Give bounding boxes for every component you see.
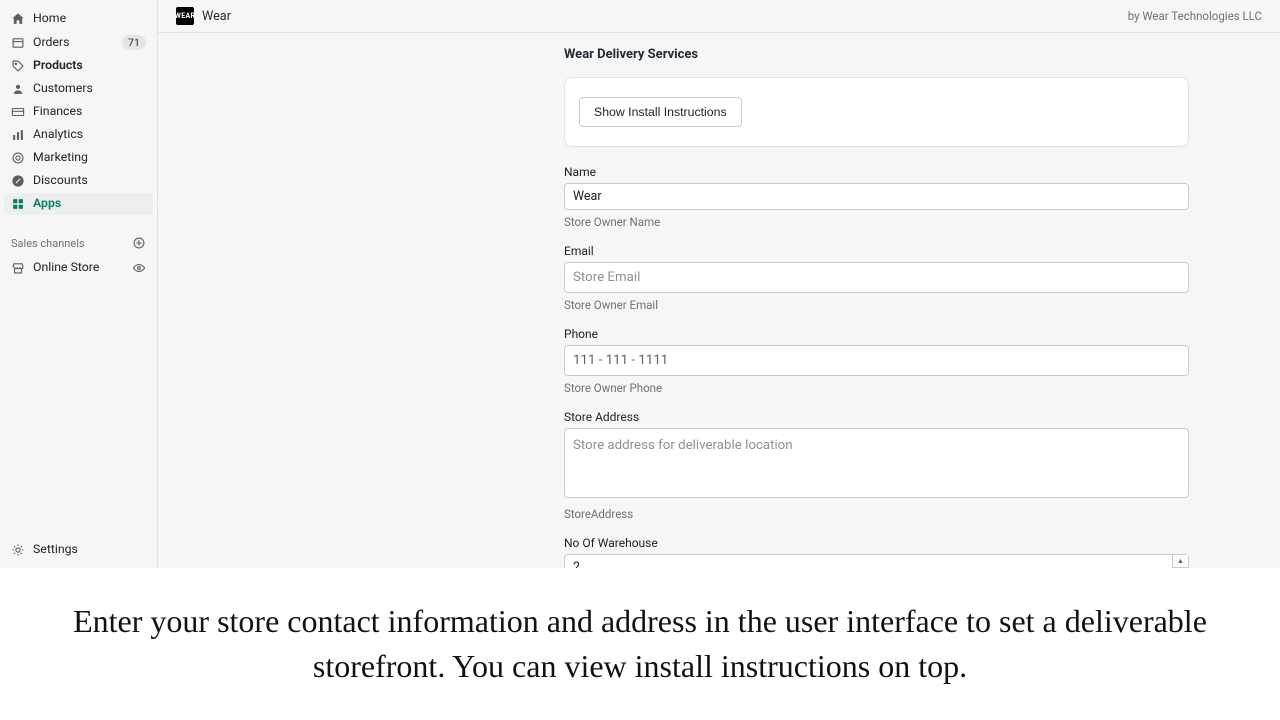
warehouse-label: No Of Warehouse (564, 536, 1189, 550)
main-content: Wear Delivery Services Show Install Inst… (158, 33, 1280, 568)
sidebar-item-home[interactable]: Home (4, 8, 153, 30)
sidebar-item-label: Online Store (33, 261, 99, 275)
sidebar-item-label: Customers (33, 82, 93, 96)
sidebar-item-settings[interactable]: Settings (4, 539, 153, 561)
sidebar-item-online-store[interactable]: Online Store (4, 257, 153, 279)
name-help: Store Owner Name (564, 215, 1189, 229)
sidebar-item-orders[interactable]: Orders 71 (4, 31, 153, 54)
sidebar-item-customers[interactable]: Customers (4, 78, 153, 100)
email-label: Email (564, 244, 1189, 258)
address-input[interactable] (564, 428, 1189, 498)
name-input[interactable] (564, 183, 1189, 210)
field-address: Store Address StoreAddress (564, 410, 1189, 521)
analytics-icon (11, 128, 25, 142)
warehouse-spinner: ▲ ▼ (1172, 555, 1188, 568)
store-icon (11, 261, 25, 275)
field-phone: Phone Store Owner Phone (564, 327, 1189, 395)
show-install-instructions-button[interactable]: Show Install Instructions (579, 97, 742, 127)
phone-help: Store Owner Phone (564, 381, 1189, 395)
marketing-icon (11, 151, 25, 165)
home-icon (11, 12, 25, 26)
sidebar-item-label: Home (33, 12, 66, 26)
sidebar-item-label: Orders (33, 36, 69, 50)
sidebar-item-products[interactable]: Products (4, 55, 153, 77)
sidebar-item-finances[interactable]: Finances (4, 101, 153, 123)
sidebar: Home Orders 71 Products Customers (0, 0, 158, 568)
apps-icon (11, 197, 25, 211)
sidebar-item-apps[interactable]: Apps (4, 193, 153, 215)
field-name: Name Store Owner Name (564, 165, 1189, 229)
name-label: Name (564, 165, 1189, 179)
sidebar-item-analytics[interactable]: Analytics (4, 124, 153, 146)
install-card: Show Install Instructions (564, 77, 1189, 147)
app-logo: WEAR (176, 7, 194, 25)
app-shell: Home Orders 71 Products Customers (0, 0, 1280, 568)
sidebar-item-label: Products (33, 59, 83, 73)
sidebar-item-label: Settings (33, 543, 78, 557)
app-header: WEAR Wear by Wear Technologies LLC (158, 0, 1280, 33)
sidebar-item-marketing[interactable]: Marketing (4, 147, 153, 169)
sidebar-item-label: Analytics (33, 128, 83, 142)
field-email: Email Store Owner Email (564, 244, 1189, 312)
products-icon (11, 59, 25, 73)
email-help: Store Owner Email (564, 298, 1189, 312)
sidebar-item-label: Apps (33, 197, 61, 211)
discounts-icon (11, 174, 25, 188)
sidebar-item-label: Finances (33, 105, 82, 119)
email-input[interactable] (564, 262, 1189, 293)
app-title: Wear (202, 9, 231, 24)
warehouse-input[interactable] (564, 554, 1189, 568)
field-warehouse: No Of Warehouse ▲ ▼ No Of Warehouses (564, 536, 1189, 568)
customers-icon (11, 82, 25, 96)
phone-label: Phone (564, 327, 1189, 341)
address-label: Store Address (564, 410, 1189, 424)
main-wrap: WEAR Wear by Wear Technologies LLC Wear … (158, 0, 1280, 568)
sales-channels-label: Sales channels (4, 216, 153, 256)
sidebar-item-label: Marketing (33, 151, 88, 165)
channel-list: Online Store (4, 256, 153, 280)
orders-icon (11, 36, 25, 50)
sidebar-item-label: Discounts (33, 174, 88, 188)
add-channel-icon[interactable] (132, 236, 146, 250)
address-help: StoreAddress (564, 507, 1189, 521)
finances-icon (11, 105, 25, 119)
phone-input[interactable] (564, 345, 1189, 376)
warehouse-step-up[interactable]: ▲ (1173, 555, 1188, 568)
view-store-icon[interactable] (132, 261, 146, 275)
page-title: Wear Delivery Services (564, 47, 1189, 62)
section-label-text: Sales channels (11, 237, 85, 250)
nav-list: Home Orders 71 Products Customers (4, 7, 153, 216)
app-byline: by Wear Technologies LLC (1128, 9, 1262, 23)
sidebar-item-discounts[interactable]: Discounts (4, 170, 153, 192)
gear-icon (11, 543, 25, 557)
orders-badge: 71 (122, 35, 146, 50)
caption-text: Enter your store contact information and… (0, 568, 1280, 720)
